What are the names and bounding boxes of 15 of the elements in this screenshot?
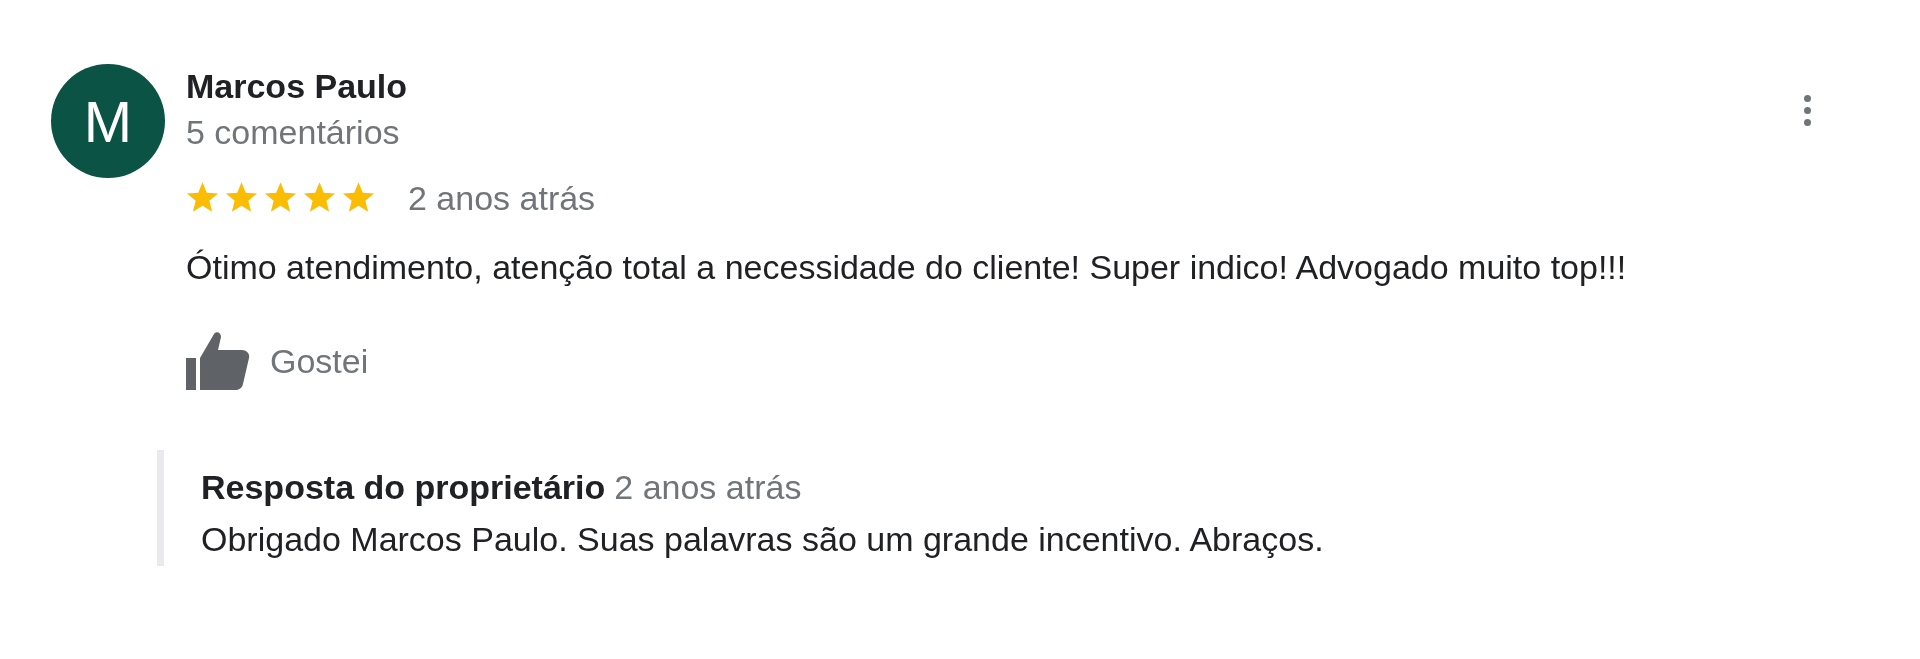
star-icon bbox=[264, 182, 297, 214]
star-icon bbox=[303, 182, 336, 214]
review-count: 5 comentários bbox=[186, 112, 400, 153]
star-icon bbox=[225, 182, 258, 214]
avatar: M bbox=[51, 64, 165, 178]
reply-title: Resposta do proprietário bbox=[201, 467, 606, 508]
reply-text: Obrigado Marcos Paulo. Suas palavras são um grande incentivo. Abraços. bbox=[201, 519, 1324, 560]
star-icon bbox=[342, 182, 375, 214]
review-time: 2 anos atrás bbox=[408, 178, 596, 219]
thumbs-up-icon bbox=[186, 332, 250, 390]
reply-time: 2 anos atrás bbox=[614, 467, 802, 508]
star-icon bbox=[186, 182, 219, 214]
like-button[interactable]: Gostei bbox=[186, 332, 369, 390]
review-text: Ótimo atendimento, atenção total a necessidade do cliente! Super indico! Advogado muito top!!! bbox=[186, 247, 1627, 288]
author-name[interactable]: Marcos Paulo bbox=[186, 65, 408, 107]
